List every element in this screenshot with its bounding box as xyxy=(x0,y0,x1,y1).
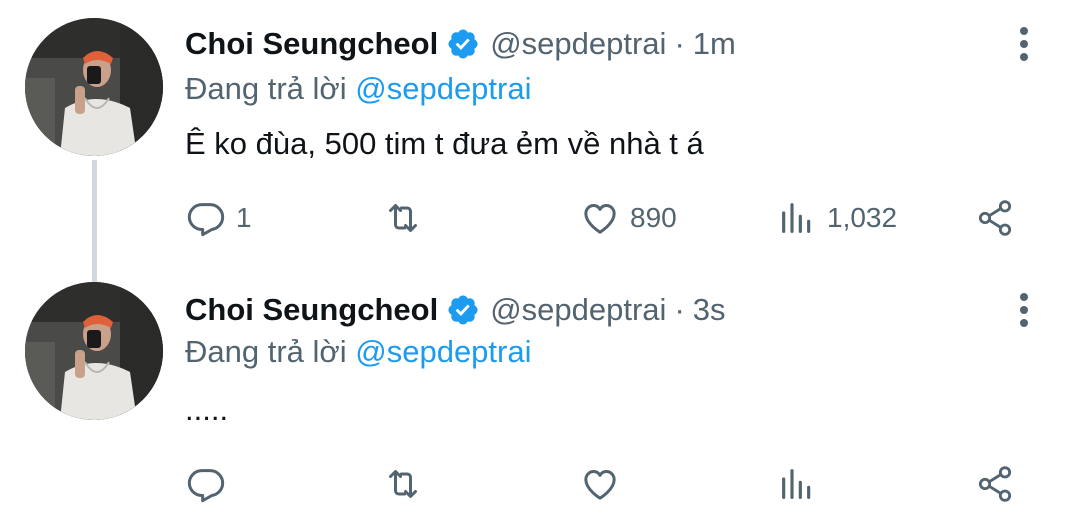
tweet-actions xyxy=(0,462,1080,506)
heart-icon xyxy=(584,470,616,500)
verified-badge-icon xyxy=(446,293,480,327)
reply-count: 1 xyxy=(236,202,252,233)
views-button[interactable] xyxy=(777,462,827,506)
replying-to: Đang trả lời @sepdeptrai xyxy=(185,334,532,370)
avatar-photo xyxy=(25,282,163,420)
share-button[interactable] xyxy=(975,462,1015,506)
share-icon xyxy=(978,200,1012,236)
reply-icon xyxy=(187,203,225,237)
reply-button[interactable]: 1 xyxy=(186,196,252,240)
tweet-timestamp[interactable]: 3s xyxy=(693,292,726,328)
tweet-1[interactable]: Choi Seungcheol @sepdeptrai · 1m Đang tr… xyxy=(0,0,1080,270)
avatar[interactable] xyxy=(25,18,163,156)
avatar[interactable] xyxy=(25,282,163,420)
views-icon xyxy=(782,203,811,233)
retweet-button[interactable] xyxy=(383,196,433,240)
user-handle[interactable]: @sepdeptrai xyxy=(490,292,666,328)
tweet-timestamp[interactable]: 1m xyxy=(693,26,736,62)
header-separator: · xyxy=(674,26,685,61)
retweet-icon xyxy=(389,204,417,232)
tweet-2[interactable]: Choi Seungcheol @sepdeptrai · 3s Đang tr… xyxy=(0,270,1080,527)
header-separator: · xyxy=(674,292,685,327)
avatar-photo xyxy=(25,18,163,156)
reply-button[interactable] xyxy=(186,462,236,506)
replying-to: Đang trả lời @sepdeptrai xyxy=(185,71,532,107)
like-button[interactable]: 890 xyxy=(580,196,677,240)
views-button[interactable]: 1,032 xyxy=(777,196,897,240)
replying-to-prefix: Đang trả lời xyxy=(185,71,347,106)
tweet-actions: 1 890 1,032 xyxy=(0,196,1080,240)
share-icon xyxy=(978,466,1012,502)
display-name[interactable]: Choi Seungcheol xyxy=(185,26,438,62)
verified-badge-icon xyxy=(446,27,480,61)
replying-to-mention[interactable]: @sepdeptrai xyxy=(355,334,531,369)
tweet-header: Choi Seungcheol @sepdeptrai · 3s xyxy=(185,288,726,332)
replying-to-prefix: Đang trả lời xyxy=(185,334,347,369)
heart-icon xyxy=(584,204,616,234)
tweet-text: Ê ko đùa, 500 tim t đưa ẻm về nhà t á xyxy=(185,126,704,161)
retweet-button[interactable] xyxy=(383,462,433,506)
tweet-text: ..... xyxy=(185,392,229,427)
tweet-header: Choi Seungcheol @sepdeptrai · 1m xyxy=(185,22,736,66)
share-button[interactable] xyxy=(975,196,1015,240)
user-handle[interactable]: @sepdeptrai xyxy=(490,26,666,62)
display-name[interactable]: Choi Seungcheol xyxy=(185,292,438,328)
more-vertical-icon[interactable] xyxy=(1010,24,1038,64)
replying-to-mention[interactable]: @sepdeptrai xyxy=(355,71,531,106)
retweet-icon xyxy=(389,470,417,498)
more-vertical-icon[interactable] xyxy=(1010,290,1038,330)
views-count: 1,032 xyxy=(827,202,898,233)
like-button[interactable] xyxy=(580,462,630,506)
views-icon xyxy=(782,469,811,499)
like-count: 890 xyxy=(630,202,677,233)
reply-icon xyxy=(187,469,225,503)
